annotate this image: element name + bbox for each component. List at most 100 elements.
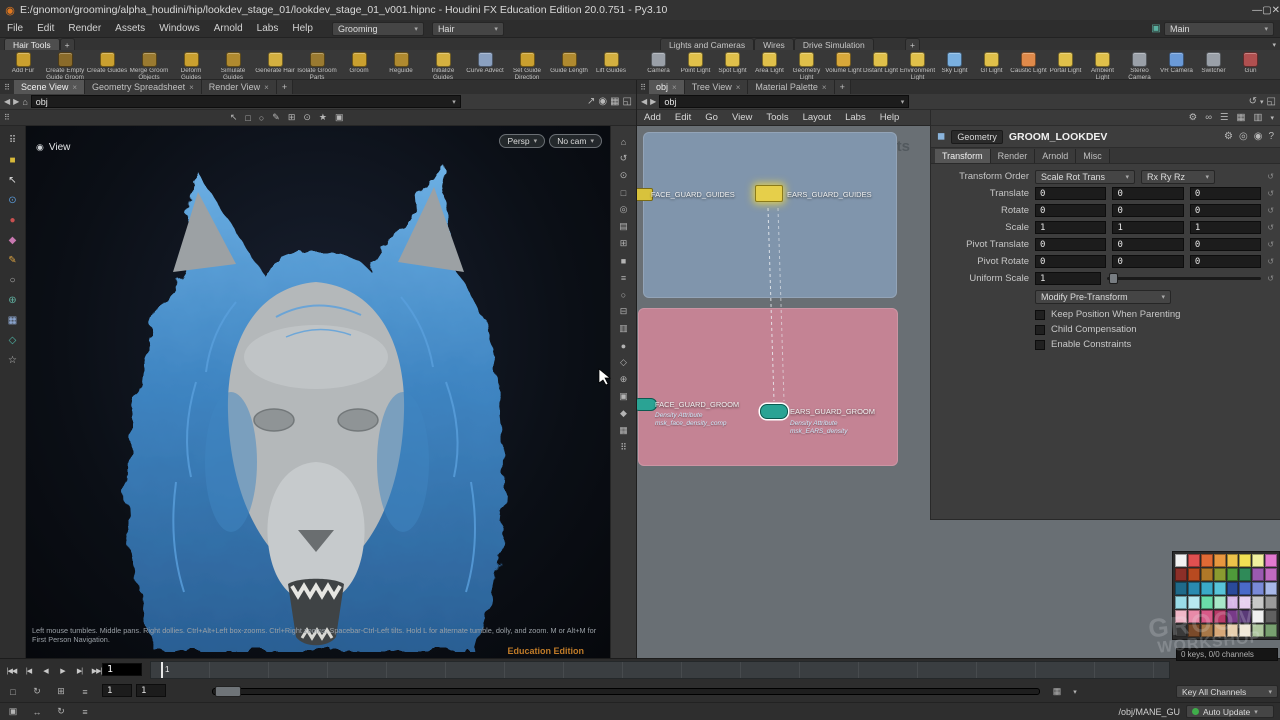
shelf-tool-button[interactable]: Caustic Light <box>1010 50 1047 82</box>
add-shelf-tab-button[interactable]: + <box>60 38 75 50</box>
menu-item[interactable]: Edit <box>30 21 61 36</box>
color-swatch[interactable] <box>1214 554 1226 567</box>
scale-x-field[interactable]: 1 <box>1035 221 1106 234</box>
color-swatch[interactable] <box>1188 568 1200 581</box>
viewport-display-icon[interactable]: ● <box>615 338 633 353</box>
shelf-tab-hair-tools[interactable]: Hair Tools <box>4 38 60 50</box>
shelf-tab[interactable]: Drive Simulation <box>794 38 874 50</box>
viewport-display-icon[interactable]: ↺ <box>615 151 633 166</box>
tool-icon[interactable]: ↖ <box>3 170 23 190</box>
shelf-tool-button[interactable]: Groom <box>338 50 380 82</box>
close-icon[interactable]: × <box>264 83 269 92</box>
shelf-tool-button[interactable]: Sky Light <box>936 50 973 82</box>
color-swatch[interactable] <box>1265 568 1277 581</box>
keyframe-icon[interactable]: ⊞ <box>52 684 70 699</box>
tab-misc[interactable]: Misc <box>1076 149 1110 163</box>
close-button[interactable]: ✕ <box>1272 5 1280 16</box>
shelf-tool-button[interactable]: Merge Groom Objects <box>128 50 170 82</box>
color-swatch[interactable] <box>1214 624 1226 637</box>
viewport-mode-icon[interactable]: ✎ <box>272 112 280 123</box>
color-swatch[interactable] <box>1252 582 1264 595</box>
grooming-dropdown[interactable]: Grooming▾ <box>332 22 424 36</box>
node-ears-guard-groom[interactable] <box>760 404 788 419</box>
pane-tool-icon[interactable]: ∞ <box>1205 112 1212 123</box>
viewport-mode-icon[interactable]: ★ <box>319 112 327 123</box>
tool-icon[interactable]: ⠿ <box>3 130 23 150</box>
camera-selector[interactable]: No cam▾ <box>549 134 602 148</box>
param-checkbox-row[interactable]: Child Compensation <box>1035 322 1280 337</box>
tool-icon[interactable]: ◆ <box>3 230 23 250</box>
color-swatch[interactable] <box>1175 610 1187 623</box>
tab-render-view[interactable]: Render View× <box>202 80 277 94</box>
grid-icon[interactable]: ▦ <box>610 96 619 107</box>
node-ears-guard-guides[interactable] <box>755 185 783 202</box>
rotate-order-dropdown[interactable]: Rx Ry Rz▾ <box>1141 170 1215 184</box>
color-swatch[interactable] <box>1201 610 1213 623</box>
tab-transform[interactable]: Transform <box>935 149 991 163</box>
tool-icon[interactable]: ⊙ <box>3 190 23 210</box>
tab-tree-view[interactable]: Tree View× <box>685 80 749 94</box>
color-swatch[interactable] <box>1227 596 1239 609</box>
viewport-display-icon[interactable]: ▤ <box>615 219 633 234</box>
timeline[interactable]: 1 <box>150 661 1170 679</box>
color-swatch[interactable] <box>1201 596 1213 609</box>
param-checkbox-row[interactable]: Enable Constraints <box>1035 337 1280 352</box>
network-menu-item[interactable]: View <box>725 112 759 123</box>
target-icon[interactable]: ◉ <box>1254 131 1263 142</box>
viewport-display-icon[interactable]: ⊞ <box>615 236 633 251</box>
forward-icon[interactable]: ▶ <box>650 97 656 106</box>
revert-icon[interactable]: ↺ <box>1267 172 1274 181</box>
close-icon[interactable]: × <box>822 83 827 92</box>
color-swatch[interactable] <box>1252 610 1264 623</box>
add-pane-tab-button[interactable]: + <box>835 80 851 94</box>
tab-render[interactable]: Render <box>991 149 1036 163</box>
translate-z-field[interactable]: 0 <box>1190 187 1261 200</box>
jump-icon[interactable]: ↗ <box>587 96 595 107</box>
transport-button[interactable]: ▶ <box>55 663 70 678</box>
shelf-tool-button[interactable]: Stereo Camera <box>1121 50 1158 82</box>
playhead[interactable] <box>161 662 163 678</box>
tab-scene-view[interactable]: Scene View× <box>14 80 85 94</box>
viewport-display-icon[interactable]: ■ <box>615 253 633 268</box>
color-swatch[interactable] <box>1175 624 1187 637</box>
shelf-tool-button[interactable]: Curve Advect <box>464 50 506 82</box>
pane-split-icon[interactable]: ◱ <box>623 96 632 107</box>
pane-divider[interactable] <box>636 80 637 658</box>
network-menu-item[interactable]: Add <box>637 112 668 123</box>
revert-icon[interactable]: ↺ <box>1267 223 1274 232</box>
menu-item[interactable]: Labs <box>250 21 286 36</box>
tab-geometry-spreadsheet[interactable]: Geometry Spreadsheet× <box>85 80 202 94</box>
color-swatch[interactable] <box>1175 568 1187 581</box>
menu-item[interactable]: Arnold <box>207 21 250 36</box>
shelf-tool-button[interactable]: Add Fur <box>2 50 44 82</box>
viewport-display-icon[interactable]: ◆ <box>615 406 633 421</box>
auto-update-dropdown[interactable]: Auto Update ▾ <box>1186 705 1274 718</box>
hair-dropdown[interactable]: Hair▾ <box>432 22 504 36</box>
transport-button[interactable]: ◀ <box>38 663 53 678</box>
chevron-down-icon[interactable]: ▾ <box>1260 98 1264 106</box>
menu-item[interactable]: Help <box>285 21 320 36</box>
viewport-mode-icon[interactable]: ⊞ <box>288 112 296 123</box>
scale-y-field[interactable]: 1 <box>1112 221 1183 234</box>
revert-icon[interactable]: ↺ <box>1267 257 1274 266</box>
back-icon[interactable]: ◀ <box>4 97 10 106</box>
viewport-display-icon[interactable]: ▦ <box>615 423 633 438</box>
shelf-tool-button[interactable]: Generate Hair <box>254 50 296 82</box>
node-name-field[interactable]: GROOM_LOOKDEV <box>1009 131 1108 143</box>
color-swatch[interactable] <box>1175 554 1187 567</box>
desktop-select[interactable]: Main▾ <box>1164 22 1274 36</box>
viewport-display-icon[interactable]: ⌂ <box>615 134 633 149</box>
tab-network-obj[interactable]: obj× <box>649 80 685 94</box>
viewport-display-icon[interactable]: ⊙ <box>615 168 633 183</box>
color-swatch[interactable] <box>1201 624 1213 637</box>
transport-button[interactable]: |◀◀ <box>4 663 19 678</box>
viewport-mode-icon[interactable]: ▣ <box>335 112 344 123</box>
pane-split-icon[interactable]: ◱ <box>1267 96 1276 107</box>
color-swatch[interactable] <box>1252 554 1264 567</box>
shelf-tool-button[interactable]: Create Empty Guide Groom <box>44 50 86 82</box>
viewport-display-icon[interactable]: ▣ <box>615 389 633 404</box>
color-swatch[interactable] <box>1188 624 1200 637</box>
viewport-display-icon[interactable]: ⊕ <box>615 372 633 387</box>
shelf-tool-button[interactable]: Isolate Groom Parts <box>296 50 338 82</box>
shelf-tool-button[interactable]: Volume Light <box>825 50 862 82</box>
